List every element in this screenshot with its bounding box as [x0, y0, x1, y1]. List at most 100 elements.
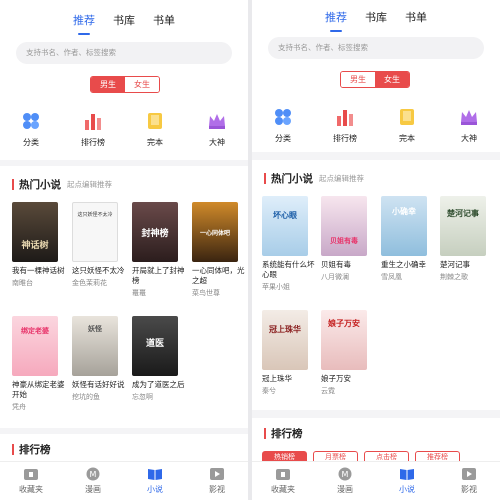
nav-label: 漫画 — [85, 485, 101, 494]
folder-icon — [275, 466, 291, 480]
rank-tab-bestseller[interactable]: 热销榜 — [262, 451, 307, 461]
gender-male-button[interactable]: 男生 — [341, 72, 375, 87]
book-author: 云霓 — [321, 387, 335, 395]
category-finished[interactable]: 完本 — [124, 111, 186, 148]
nav-label: 收藏夹 — [19, 485, 43, 494]
gender-male-button[interactable]: 男生 — [91, 77, 125, 92]
rank-tab-clicks[interactable]: 点击榜 — [364, 451, 409, 461]
nav-favorites[interactable]: 收藏夹 — [0, 462, 62, 500]
book-cover: 坏心眼 — [262, 196, 308, 256]
tab-library[interactable]: 书库 — [365, 9, 387, 25]
book-author: 鼍鼍 — [132, 289, 146, 297]
book-card[interactable]: 妖怪 妖怪有话好好说 挖坑的鱼 — [72, 316, 125, 402]
book-title: 妖怪有话好好说 — [72, 380, 125, 389]
folder-icon — [23, 466, 39, 480]
nav-comics[interactable]: M 漫画 — [62, 462, 124, 500]
search-input[interactable]: 支持书名、作者、标签搜索 — [16, 42, 232, 64]
category-classify[interactable]: 分类 — [252, 107, 314, 144]
section-subtitle: 起点编辑推荐 — [319, 174, 364, 183]
top-tabs: 推荐 书库 书单 — [252, 9, 500, 32]
book-card[interactable]: 神话树 我有一棵神话树 南睢台 — [12, 202, 65, 288]
book-card[interactable]: 绑定老婆 神豪从绑定老婆开始 凭舟 — [12, 316, 65, 412]
book-card[interactable]: 这只妖怪不太冷 这只妖怪不太冷 金色茉莉花 — [72, 202, 125, 288]
nav-video[interactable]: 影视 — [438, 462, 500, 500]
nav-comics[interactable]: M 漫画 — [314, 462, 376, 500]
comic-icon: M — [85, 466, 101, 481]
ranking-section-header: 排行榜 — [264, 426, 303, 441]
gender-toggle: 男生 女生 — [90, 76, 160, 93]
category-master[interactable]: 大神 — [438, 107, 500, 144]
category-label: 完本 — [399, 134, 415, 143]
book-title: 这只妖怪不太冷 — [72, 266, 125, 275]
nav-label: 小说 — [399, 485, 415, 494]
tab-recommend[interactable]: 推荐 — [325, 9, 347, 32]
nav-favorites[interactable]: 收藏夹 — [252, 462, 314, 500]
book-card[interactable]: 娘子万安 娘子万安 云霓 — [321, 310, 371, 396]
screenshot-composite: 推荐 书库 书单 支持书名、作者、标签搜索 男生 女生 分类 排行榜 完本 大神… — [0, 0, 500, 500]
ranking-card: 排行榜 热销榜 月票榜 点击榜 推荐榜 — [252, 418, 500, 461]
book-card[interactable]: 楚河记事 楚河记事 荆棘之歌 — [440, 196, 490, 282]
category-label: 完本 — [147, 138, 163, 147]
nav-label: 漫画 — [337, 485, 353, 494]
nav-video[interactable]: 影视 — [186, 462, 248, 500]
book-title: 楚河记事 — [440, 260, 470, 269]
book-title: 娘子万安 — [321, 374, 351, 383]
book-icon — [145, 111, 165, 131]
category-master[interactable]: 大神 — [186, 111, 248, 148]
book-author: 南睢台 — [12, 279, 33, 287]
gender-female-button[interactable]: 女生 — [375, 72, 409, 87]
category-row: 分类 排行榜 完本 大神 — [252, 107, 500, 144]
ranking-tabs: 热销榜 月票榜 点击榜 推荐榜 — [262, 451, 460, 461]
hot-section-header: 热门小说 起点编辑推荐 — [264, 171, 364, 186]
search-input[interactable]: 支持书名、作者、标签搜索 — [268, 37, 484, 59]
book-author: 菜鸟世尊 — [192, 289, 220, 297]
bottom-nav: 收藏夹 M 漫画 小说 影视 — [0, 461, 248, 500]
book-title: 冠上珠华 — [262, 374, 292, 383]
open-book-icon — [147, 466, 163, 480]
category-label: 大神 — [209, 138, 225, 147]
category-finished[interactable]: 完本 — [376, 107, 438, 144]
book-title: 系统能有什么坏心眼 — [262, 260, 315, 279]
grid-icon — [21, 111, 41, 131]
hot-novels-card: 热门小说 起点编辑推荐 神话树 我有一棵神话树 南睢台 这只妖怪不太冷 这只妖怪… — [0, 166, 248, 428]
rank-tab-recommend[interactable]: 推荐榜 — [415, 451, 460, 461]
book-card[interactable]: 道医 成为了道医之后 忘忽啊 — [132, 316, 185, 402]
category-ranking[interactable]: 排行榜 — [62, 111, 124, 148]
tab-library[interactable]: 书库 — [113, 12, 135, 28]
tab-booklist[interactable]: 书单 — [405, 9, 427, 25]
ranking-section-header: 排行榜 — [12, 442, 51, 457]
category-label: 分类 — [275, 134, 291, 143]
book-card[interactable]: 坏心眼 系统能有什么坏心眼 苹果小姐 — [262, 196, 315, 292]
book-card[interactable]: 贝姐有毒 贝姐有毒 八月微澜 — [321, 196, 371, 282]
book-card[interactable]: 小确幸 重生之小确幸 雪凤凰 — [381, 196, 431, 282]
header-card: 推荐 书库 书单 支持书名、作者、标签搜索 男生 女生 分类 排行榜 完本 大神 — [0, 0, 248, 160]
category-row: 分类 排行榜 完本 大神 — [0, 111, 248, 148]
book-card[interactable]: 一心同体吧 一心同体吧，光之超 菜鸟世尊 — [192, 202, 245, 298]
nav-novels[interactable]: 小说 — [376, 462, 438, 500]
tab-booklist[interactable]: 书单 — [153, 12, 175, 28]
nav-novels[interactable]: 小说 — [124, 462, 186, 500]
book-cover: 楚河记事 — [440, 196, 486, 256]
section-title: 热门小说 — [19, 179, 61, 191]
category-label: 排行榜 — [333, 134, 357, 143]
left-screen: 推荐 书库 书单 支持书名、作者、标签搜索 男生 女生 分类 排行榜 完本 大神… — [0, 0, 248, 500]
book-author: 忘忽啊 — [132, 393, 153, 401]
svg-text:M: M — [90, 470, 97, 479]
book-card[interactable]: 冠上珠华 冠上珠华 秦兮 — [262, 310, 312, 396]
rank-tab-monthly[interactable]: 月票榜 — [313, 451, 358, 461]
book-card[interactable]: 封神榜 开局就上了封神榜 鼍鼍 — [132, 202, 185, 298]
book-cover: 绑定老婆 — [12, 316, 58, 376]
section-subtitle: 起点编辑推荐 — [67, 180, 112, 189]
category-classify[interactable]: 分类 — [0, 111, 62, 148]
category-ranking[interactable]: 排行榜 — [314, 107, 376, 144]
book-author: 秦兮 — [262, 387, 276, 395]
book-author: 凭舟 — [12, 403, 26, 411]
nav-label: 收藏夹 — [271, 485, 295, 494]
gender-female-button[interactable]: 女生 — [125, 77, 159, 92]
book-cover: 道医 — [132, 316, 178, 376]
tab-recommend[interactable]: 推荐 — [73, 12, 95, 35]
header-card: 推荐 书库 书单 支持书名、作者、标签搜索 男生 女生 分类 排行榜 完本 大神 — [252, 0, 500, 152]
book-cover: 娘子万安 — [321, 310, 367, 370]
nav-label: 影视 — [461, 485, 477, 494]
book-title: 重生之小确幸 — [381, 260, 426, 269]
